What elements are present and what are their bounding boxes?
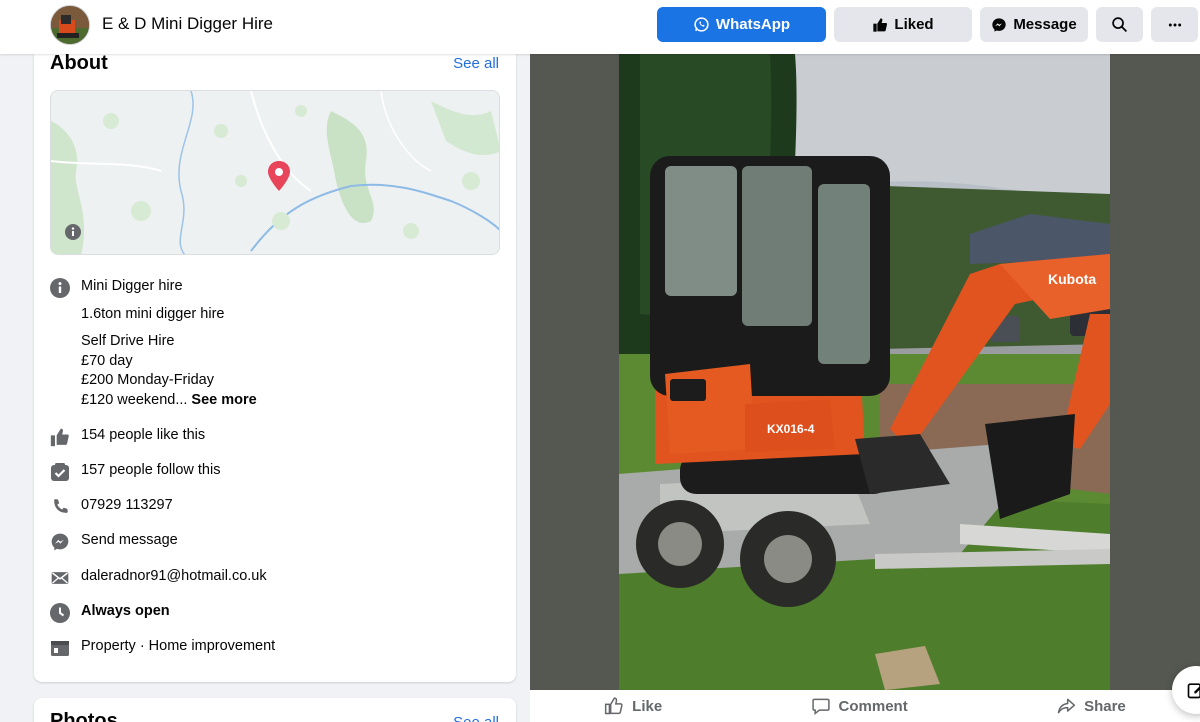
follows-row: 157 people follow this (50, 462, 220, 482)
page-avatar[interactable] (50, 5, 90, 45)
phone-row: 07929 113297 (50, 497, 173, 517)
share-action-label: Share (1084, 697, 1126, 715)
map-info-icon[interactable] (65, 224, 81, 240)
info-icon (50, 278, 70, 298)
thumbs-up-icon (873, 17, 888, 32)
location-map[interactable] (50, 90, 500, 255)
description-line: £200 Monday-Friday (81, 372, 214, 388)
brand-label: Kubota (1048, 271, 1096, 287)
whatsapp-button[interactable]: WhatsApp (657, 7, 826, 42)
description-line: 1.6ton mini digger hire (81, 306, 225, 322)
thumbs-up-icon (50, 427, 70, 447)
photos-card: Photos See all (34, 698, 516, 722)
category-row: Mini Digger hire (50, 278, 183, 298)
send-message-link[interactable]: Send message (81, 532, 178, 548)
search-icon (1112, 17, 1127, 32)
clock-icon (50, 603, 70, 623)
more-dots-icon (1168, 23, 1181, 26)
messenger-icon (992, 17, 1006, 32)
email-row[interactable]: daleradnor91@hotmail.co.uk (50, 568, 267, 588)
post-card: KX016-4 Kubota Like Comment Share (530, 54, 1200, 722)
comment-action-label: Comment (838, 697, 908, 715)
photos-see-all-link[interactable]: See all (453, 714, 499, 722)
description-line: Self Drive Hire (81, 333, 175, 349)
page-header: E & D Mini Digger Hire WhatsApp Liked Me… (0, 0, 1200, 54)
see-more-link[interactable]: See more (191, 392, 256, 408)
message-label: Message (1013, 16, 1077, 33)
more-options-button[interactable] (1151, 7, 1198, 42)
model-label: KX016-4 (767, 422, 815, 436)
whatsapp-icon (694, 17, 709, 32)
description-last-line: £120 weekend... See more (81, 392, 257, 408)
phone-number[interactable]: 07929 113297 (81, 497, 173, 513)
like-action-button[interactable]: Like (604, 696, 662, 716)
email-link[interactable]: daleradnor91@hotmail.co.uk (81, 568, 267, 584)
likes-count: 154 people like this (81, 427, 206, 443)
thumbs-up-outline-icon (605, 697, 623, 715)
search-button[interactable] (1096, 7, 1143, 42)
page-name[interactable]: E & D Mini Digger Hire (102, 14, 273, 34)
liked-button[interactable]: Liked (834, 7, 972, 42)
follows-count: 157 people follow this (81, 462, 221, 478)
about-see-all-link[interactable]: See all (453, 55, 499, 72)
message-button[interactable]: Message (980, 7, 1088, 42)
email-icon (50, 568, 70, 588)
post-action-bar: Like Comment Share (530, 690, 1200, 722)
like-action-label: Like (632, 697, 663, 715)
share-action-button[interactable]: Share (1056, 696, 1126, 716)
category-tag-icon (50, 638, 70, 658)
hours-row: Always open (50, 603, 170, 623)
about-title: About (50, 52, 108, 74)
messenger-icon (50, 532, 70, 552)
likes-row: 154 people like this (50, 427, 205, 447)
description-line: £120 weekend... (81, 392, 188, 408)
about-card: About See all Mini Digger hire 1.6ton mi… (34, 30, 516, 682)
compose-icon (1187, 683, 1200, 699)
share-icon (1057, 698, 1076, 714)
category-title: Mini Digger hire (81, 278, 183, 294)
description-line: £70 day (81, 353, 133, 369)
categories-row: Property · Home improvement (50, 638, 275, 658)
liked-label: Liked (894, 16, 934, 33)
comment-action-button[interactable]: Comment (811, 696, 908, 716)
mini-digger-photo: KX016-4 Kubota (530, 54, 1200, 690)
send-message-row[interactable]: Send message (50, 532, 178, 552)
phone-icon (50, 497, 70, 517)
page-categories-link[interactable]: Property · Home improvement (81, 638, 275, 654)
whatsapp-label: WhatsApp (715, 16, 791, 33)
comment-icon (811, 698, 830, 716)
location-pin-icon (268, 161, 290, 191)
photos-title: Photos (50, 710, 118, 722)
post-photo[interactable]: KX016-4 Kubota (530, 54, 1200, 690)
follow-check-icon (50, 462, 70, 482)
hours-status: Always open (81, 603, 170, 619)
